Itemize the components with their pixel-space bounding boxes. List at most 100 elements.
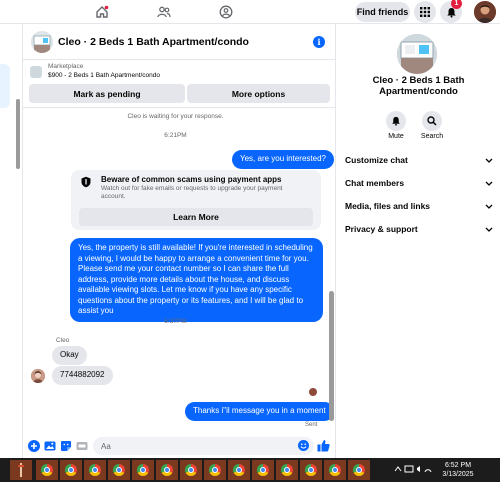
taskbar-app[interactable] <box>348 460 370 480</box>
profile-avatar[interactable] <box>474 1 496 23</box>
chat-panel: Cleo · 2 Beds 1 Bath Apartment/condo i M… <box>23 24 336 458</box>
like-button[interactable] <box>317 439 330 452</box>
privacy-support-row[interactable]: Privacy & support <box>345 221 493 237</box>
taskbar-app[interactable] <box>84 460 106 480</box>
search-icon <box>427 116 437 126</box>
taskbar-app[interactable] <box>228 460 250 480</box>
active-chat-marker <box>0 64 10 108</box>
menu-button[interactable] <box>414 1 436 23</box>
chrome-icon <box>65 464 77 476</box>
sender-photo-icon <box>31 369 45 383</box>
find-friends-button[interactable]: Find friends <box>355 2 410 22</box>
message-outgoing[interactable]: Yes, the property is still available! If… <box>70 238 323 322</box>
chrome-icon <box>281 464 293 476</box>
chat-title[interactable]: Cleo · 2 Beds 1 Bath Apartment/condo <box>58 36 249 48</box>
sidebar-scrollbar[interactable] <box>16 99 20 169</box>
mute-button[interactable] <box>386 111 406 131</box>
chat-scrollbar[interactable] <box>329 114 334 454</box>
photo-button[interactable] <box>43 439 56 452</box>
taskbar-app[interactable] <box>132 460 154 480</box>
taskbar-app[interactable] <box>36 460 58 480</box>
taskbar-app[interactable] <box>276 460 298 480</box>
taskbar-app[interactable] <box>324 460 346 480</box>
listing-large-avatar[interactable] <box>397 34 437 74</box>
row-label: Chat members <box>345 178 405 188</box>
taskbar-app[interactable] <box>108 460 130 480</box>
seen-indicator-avatar <box>309 388 317 396</box>
chat-details-panel: Cleo · 2 Beds 1 Bath Apartment/condo Mut… <box>337 24 500 458</box>
message-outgoing[interactable]: Thanks i"il message you in a moment <box>185 402 334 421</box>
scam-warning-text: Watch out for fake emails or requests to… <box>101 185 283 200</box>
scam-warning-card: Beware of common scams using payment app… <box>71 170 321 230</box>
sender-name: Cleo <box>56 337 70 344</box>
row-label: Privacy & support <box>345 224 418 234</box>
chat-scrollbar-thumb[interactable] <box>329 291 334 421</box>
taskbar-app[interactable] <box>60 460 82 480</box>
row-label: Media, files and links <box>345 201 431 211</box>
clock-time: 6:52 PM <box>444 462 472 469</box>
timestamp: 6:37PM <box>164 318 187 325</box>
plus-button[interactable] <box>27 439 40 452</box>
sender-avatar[interactable] <box>31 369 45 383</box>
chrome-icon <box>89 464 101 476</box>
details-title: Cleo · 2 Beds 1 Bath Apartment/condo <box>372 75 465 97</box>
taskbar-app[interactable] <box>180 460 202 480</box>
system-tray[interactable] <box>393 463 435 477</box>
mute-action[interactable]: Mute <box>378 111 414 140</box>
thumbs-up-icon <box>317 440 330 452</box>
taskbar-app[interactable] <box>252 460 274 480</box>
scam-warning-title: Beware of common scams using payment app… <box>101 175 282 184</box>
media-files-links-row[interactable]: Media, files and links <box>345 198 493 214</box>
mark-as-pending-button[interactable]: Mark as pending <box>29 84 185 103</box>
chrome-icon <box>41 464 53 476</box>
marketplace-tag: Marketplace <box>48 63 84 70</box>
screen: Find friends 1 Cleo · 2 Beds 1 Bath Apar… <box>0 0 500 482</box>
clock[interactable]: 6:52 PM 3/13/2025 <box>438 461 478 479</box>
emoji-button[interactable] <box>297 439 310 452</box>
start-button[interactable] <box>10 460 32 480</box>
search-action[interactable]: Search <box>414 111 450 140</box>
chat-members-row[interactable]: Chat members <box>345 175 493 191</box>
chat-header: Cleo · 2 Beds 1 Bath Apartment/condo i <box>23 24 336 60</box>
timestamp: 6:21PM <box>164 132 187 139</box>
chrome-icon <box>209 464 221 476</box>
row-label: Customize chat <box>345 155 408 165</box>
taskbar-app[interactable] <box>204 460 226 480</box>
image-icon <box>44 441 55 450</box>
more-options-button[interactable]: More options <box>187 84 330 103</box>
listing-photo-icon <box>31 31 53 53</box>
chrome-icon <box>233 464 245 476</box>
app-icon <box>18 463 24 477</box>
chevron-down-icon <box>485 181 493 186</box>
friends-nav-button[interactable] <box>153 2 175 22</box>
chrome-icon <box>161 464 173 476</box>
listing-info[interactable]: $900 - 2 Beds 1 Bath Apartment/condo <box>48 72 160 79</box>
gif-icon <box>76 441 87 450</box>
profile-photo-icon <box>474 1 496 23</box>
search-button[interactable] <box>422 111 442 131</box>
message-incoming[interactable]: 7744882092 <box>52 366 113 385</box>
home-nav-button[interactable] <box>91 2 113 22</box>
gif-button[interactable] <box>75 439 88 452</box>
groups-nav-button[interactable] <box>215 2 237 22</box>
message-outgoing[interactable]: Yes, are you interested? <box>232 150 334 169</box>
marketplace-card: Marketplace $900 - 2 Beds 1 Bath Apartme… <box>23 60 336 108</box>
chrome-icon <box>137 464 149 476</box>
message-input[interactable]: Aa <box>93 437 314 455</box>
learn-more-button[interactable]: Learn More <box>79 208 313 226</box>
message-incoming[interactable]: Okay <box>52 346 87 365</box>
home-icon <box>96 5 109 18</box>
tray-icons <box>394 465 432 473</box>
taskbar-app[interactable] <box>156 460 178 480</box>
info-icon[interactable]: i <box>313 36 325 48</box>
customize-chat-row[interactable]: Customize chat <box>345 152 493 168</box>
chevron-down-icon <box>485 204 493 209</box>
listing-avatar[interactable] <box>31 31 53 53</box>
composer: Aa <box>23 434 336 458</box>
search-label: Search <box>420 133 444 140</box>
chrome-icon <box>185 464 197 476</box>
mute-label: Mute <box>388 133 404 140</box>
taskbar-app[interactable] <box>300 460 322 480</box>
top-nav: Find friends 1 <box>0 0 500 24</box>
sticker-button[interactable] <box>59 439 72 452</box>
